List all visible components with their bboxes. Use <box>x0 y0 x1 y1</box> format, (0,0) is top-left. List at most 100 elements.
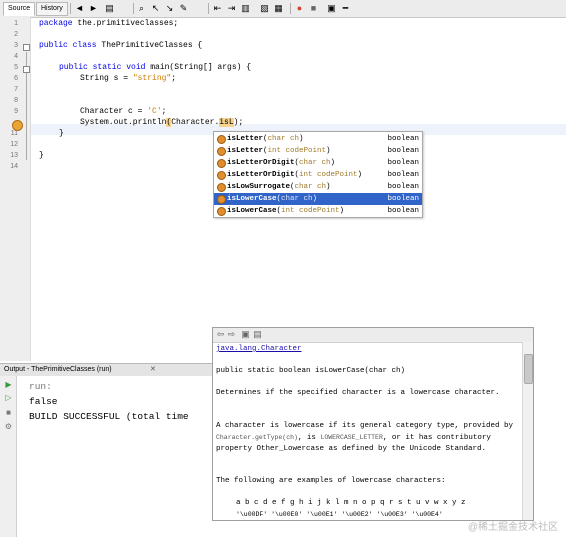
rerun-with-params-icon[interactable]: ▷ <box>4 393 13 402</box>
javadoc-examples-letters: a b c d e f g h i j k l m n o p q r s t … <box>236 499 466 507</box>
javadoc-code: Character.getType(ch) <box>216 434 298 441</box>
toggle-bookmark-icon[interactable]: ▣ <box>326 3 337 14</box>
completion-item[interactable]: isLetter(char ch) boolean <box>214 133 422 145</box>
javadoc-toolbar: ⇦ ⇨ ▣ ▤ <box>213 328 533 343</box>
line-number: 7 <box>14 86 18 93</box>
javadoc-scrollbar[interactable] <box>522 342 533 520</box>
shift-left-icon[interactable]: ⇤ <box>212 3 223 14</box>
method-name: isLowerCase <box>227 195 277 203</box>
return-type: boolean <box>387 171 419 179</box>
completion-item[interactable]: isLowSurrogate(char ch) boolean <box>214 181 422 193</box>
close-icon[interactable]: ✕ <box>150 365 156 375</box>
method-param: char ch <box>281 195 313 203</box>
find-next-icon[interactable]: ↘ <box>164 3 175 14</box>
completion-item[interactable]: isLetterOrDigit(int codePoint) boolean <box>214 169 422 181</box>
line-number: 4 <box>14 53 18 60</box>
shift-right-icon[interactable]: ⇥ <box>226 3 237 14</box>
return-type: boolean <box>387 135 419 143</box>
search-icon[interactable]: ⌕ <box>136 3 147 14</box>
return-type: boolean <box>387 183 419 191</box>
code-text: ); <box>233 118 244 127</box>
history-nav-icon[interactable]: ▤ <box>104 3 115 14</box>
method-icon <box>217 147 226 156</box>
toolbar-divider <box>208 3 209 14</box>
code-line-3: public class ThePrimitiveClasses { <box>39 40 202 51</box>
line-number: 8 <box>14 97 18 104</box>
method-name: isLetter <box>227 135 264 143</box>
line-number: 5 <box>14 64 18 71</box>
fold-guide <box>26 74 27 134</box>
rerun-icon[interactable]: ▶ <box>4 380 13 389</box>
forward-icon[interactable]: ► <box>88 3 99 14</box>
watermark: @稀土掘金技术社区 <box>467 522 558 533</box>
completion-item[interactable]: isLetter(int codePoint) boolean <box>214 145 422 157</box>
method-name: isLowSurrogate <box>227 183 291 191</box>
output-line: BUILD SUCCESSFUL (total time <box>29 411 189 422</box>
code-line-6: String s = "string"; <box>80 73 176 84</box>
tab-source[interactable]: Source <box>3 2 36 16</box>
code-text: ThePrimitiveClasses { <box>96 41 203 50</box>
javadoc-content: java.lang.Character public static boolea… <box>216 344 520 518</box>
completion-item-selected[interactable]: isLowerCase(char ch) boolean <box>214 193 422 205</box>
method-icon <box>217 159 226 168</box>
toggle-highlight-icon[interactable]: ✎ <box>178 3 189 14</box>
method-param: char ch <box>299 159 331 167</box>
back-icon[interactable]: ⇦ <box>216 330 225 339</box>
code-line-10: System.out.println(Character.isL); <box>80 117 243 128</box>
code-line-13: } <box>39 151 44 160</box>
line-number: 1 <box>14 20 18 27</box>
find-prev-icon[interactable]: ↖ <box>150 3 161 14</box>
method-param: int codePoint <box>267 147 327 155</box>
forward-icon[interactable]: ⇨ <box>227 330 236 339</box>
output-tab-header[interactable]: Output - ThePrimitiveClasses (run) ✕ <box>0 363 212 377</box>
output-tab-title[interactable]: Output - ThePrimitiveClasses (run) <box>4 365 112 375</box>
output-console[interactable]: run: false BUILD SUCCESSFUL (total time <box>17 376 212 537</box>
completion-item[interactable]: isLetterOrDigit(char ch) boolean <box>214 157 422 169</box>
code-text: main(String[] args) { <box>145 63 252 72</box>
keyword: package <box>39 19 73 28</box>
javadoc-signature: public static boolean isLowerCase(char c… <box>216 367 406 375</box>
go-to-source-icon[interactable]: ▤ <box>253 330 262 339</box>
uncomment-icon[interactable]: ▧ <box>259 3 270 14</box>
stop-macro-icon[interactable]: ■ <box>308 3 319 14</box>
javadoc-code: LOWERCASE_LETTER <box>320 434 383 441</box>
return-type: boolean <box>387 147 419 155</box>
line-number: 14 <box>10 163 18 170</box>
settings-icon[interactable]: ⚙ <box>4 422 13 431</box>
comment-icon[interactable]: ▥ <box>240 3 251 14</box>
method-icon <box>217 135 226 144</box>
record-macro-icon[interactable]: ● <box>294 3 305 14</box>
fold-toggle-icon[interactable] <box>23 44 30 51</box>
method-name: isLowerCase <box>227 207 277 215</box>
code-text: the.primitiveclasses; <box>72 19 179 28</box>
method-icon <box>217 207 226 216</box>
javadoc-description: Determines if the specified character is… <box>216 389 500 397</box>
javadoc-popup: ⇦ ⇨ ▣ ▤ java.lang.Character public stati… <box>212 327 534 521</box>
back-icon[interactable]: ◄ <box>74 3 85 14</box>
completion-item[interactable]: isLowerCase(int codePoint) boolean <box>214 205 422 217</box>
return-type: boolean <box>387 195 419 203</box>
method-param: int codePoint <box>281 207 340 215</box>
stop-icon[interactable]: ■ <box>4 408 13 417</box>
format-icon[interactable]: ▦ <box>273 3 284 14</box>
code-text: ; <box>161 107 167 116</box>
toolbar-divider <box>70 3 71 14</box>
return-type: boolean <box>387 159 419 167</box>
fold-toggle-icon[interactable] <box>23 66 30 73</box>
javadoc-class-link[interactable]: java.lang.Character <box>216 344 520 355</box>
code-line-11: } <box>59 129 64 138</box>
scrollbar-thumb[interactable] <box>524 354 533 384</box>
tab-history[interactable]: History <box>36 2 68 16</box>
code-text: String s = <box>80 74 133 83</box>
line-number: 3 <box>14 42 18 49</box>
string-literal: 'C' <box>147 107 162 116</box>
open-in-browser-icon[interactable]: ▣ <box>241 330 250 339</box>
method-name: isLetter <box>227 147 264 155</box>
editor-toolbar: Source History ◄ ► ▤ ⌕ ↖ ↘ ✎ ⇤ ⇥ ▥ ▧ ▦ ●… <box>0 0 566 18</box>
line-number: 2 <box>14 31 18 38</box>
method-name: isLetterOrDigit <box>227 171 295 179</box>
method-icon <box>217 195 226 204</box>
output-line: run: <box>29 381 52 392</box>
toolbar-divider <box>133 3 134 14</box>
tasks-icon[interactable]: ━ <box>340 3 351 14</box>
